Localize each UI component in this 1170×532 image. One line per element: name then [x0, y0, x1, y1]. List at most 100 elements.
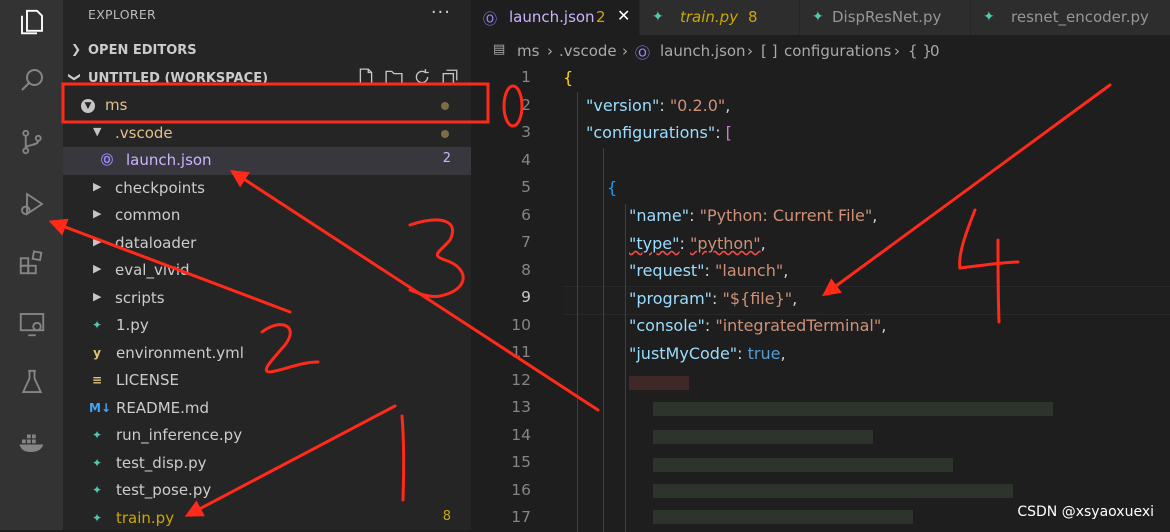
tree-item-scripts[interactable]: ▶scripts [63, 285, 471, 313]
tab-label: train.py [680, 8, 738, 26]
code-line-8: "request": "launch", [629, 261, 788, 289]
workspace-section[interactable]: ❯ UNTITLED (WORKSPACE) [63, 66, 471, 92]
python-file-icon: ✦ [89, 317, 105, 333]
tab-train-py[interactable]: ✦ train.py 8 [640, 0, 800, 35]
activity-bar [0, 0, 63, 530]
license-file-icon: ≡ [89, 372, 105, 388]
tree-item-dataloader[interactable]: ▶dataloader [63, 230, 471, 258]
workspace-label: UNTITLED (WORKSPACE) [88, 71, 268, 86]
extensions-icon[interactable] [12, 242, 52, 282]
redacted-block [653, 402, 1053, 416]
tree-item-label: ms [105, 96, 127, 114]
more-actions-icon[interactable]: ··· [431, 2, 451, 23]
code-line-11: "justMyCode": true, [629, 344, 786, 372]
breadcrumb-item[interactable]: configurations [784, 42, 891, 60]
docker-icon[interactable] [12, 422, 52, 462]
tree-item-test-disp-py[interactable]: ✦test_disp.py [63, 450, 471, 478]
tree-item-launch-json[interactable]: Ⓞlaunch.json 2 [63, 147, 471, 175]
chevron-right-icon: ▶ [93, 262, 101, 275]
tree-item-label: scripts [115, 289, 165, 307]
chevron-right-icon: ❯ [71, 42, 81, 56]
tree-item-run-inference-py[interactable]: ✦run_inference.py [63, 422, 471, 450]
line-number: 7 [491, 233, 531, 251]
line-number: 9 [491, 288, 531, 306]
new-folder-icon[interactable] [385, 68, 403, 86]
code-line-7: "type": "python", [629, 234, 766, 262]
problem-count-badge: 2 [443, 151, 451, 166]
code-line-9: "program": "${file}", [629, 289, 797, 317]
chevron-right-icon: › [894, 42, 900, 60]
tab-label: launch.json [509, 8, 595, 26]
run-debug-icon[interactable] [12, 184, 52, 224]
open-editors-label: OPEN EDITORS [88, 43, 197, 58]
line-number: 16 [491, 481, 531, 499]
array-icon: [ ] [761, 42, 777, 60]
collapse-all-icon[interactable] [441, 68, 459, 86]
tab-dispresnet-py[interactable]: ✦ DispResNet.py [800, 0, 971, 35]
json-file-icon: Ⓞ [99, 152, 115, 168]
breadcrumb-item[interactable]: launch.json [660, 42, 746, 60]
redacted-block [653, 484, 1013, 498]
tree-item--vscode[interactable]: ▼.vscode [63, 120, 471, 148]
tree-item-train-py[interactable]: ✦train.py8 [63, 505, 471, 532]
breadcrumb-item[interactable]: 0 [930, 42, 940, 60]
code-line-10: "console": "integratedTerminal", [629, 316, 886, 344]
indent-guide [603, 148, 604, 532]
remote-explorer-icon[interactable] [12, 304, 52, 344]
line-number: 12 [491, 371, 531, 389]
line-number: 11 [491, 343, 531, 361]
line-number: 15 [491, 453, 531, 471]
python-file-icon: ✦ [983, 9, 995, 25]
tree-item-environment-yml[interactable]: yenvironment.yml [63, 340, 471, 368]
breadcrumb-item[interactable]: ms [517, 42, 539, 60]
tree-item-label: common [115, 206, 180, 224]
tree-item-label: test_pose.py [116, 481, 211, 499]
folder-expanded-icon: ▼ [81, 99, 95, 113]
object-icon: { } [908, 42, 932, 60]
line-number: 8 [491, 261, 531, 279]
explorer-icon[interactable] [12, 2, 52, 42]
tab-resnet-encoder-py[interactable]: ✦ resnet_encoder.py [971, 0, 1170, 35]
chevron-right-icon: › [622, 42, 628, 60]
code-editor[interactable]: { "version": "0.2.0", "configurations": … [563, 64, 1170, 530]
tree-item-label: eval_vivid [115, 261, 190, 279]
new-file-icon[interactable] [357, 68, 375, 86]
breadcrumb-item[interactable]: .vscode [559, 42, 617, 60]
tree-item-checkpoints[interactable]: ▶checkpoints [63, 175, 471, 203]
line-number: 10 [491, 316, 531, 334]
open-editors-section[interactable]: ❯ OPEN EDITORS [63, 38, 471, 64]
tree-item-1-py[interactable]: ✦1.py [63, 312, 471, 340]
chevron-right-icon: › [747, 42, 753, 60]
tree-item-eval-vivid[interactable]: ▶ eval_vivid [63, 257, 471, 285]
tab-label: resnet_encoder.py [1011, 8, 1149, 26]
line-number: 2 [491, 96, 531, 114]
line-number: 4 [491, 151, 531, 169]
chevron-right-icon: ▶ [93, 235, 101, 248]
tree-item-label: README.md [116, 399, 209, 417]
code-line-1: { [563, 68, 573, 96]
line-number: 17 [491, 508, 531, 526]
editor-tabs: Ⓞ launch.json 2 ✕ ✦ train.py 8 ✦ DispRes… [471, 0, 1170, 35]
tree-item-readme-md[interactable]: M↓README.md [63, 395, 471, 423]
redacted-block [653, 510, 913, 524]
testing-icon[interactable] [12, 362, 52, 402]
line-number-gutter: 1234567891011121314151617 [471, 64, 563, 530]
tree-item-license[interactable]: ≡LICENSE [63, 367, 471, 395]
tab-label: DispResNet.py [832, 8, 941, 26]
line-number: 3 [491, 123, 531, 141]
tree-item-ms[interactable]: ▼ ms [63, 92, 471, 120]
refresh-icon[interactable] [413, 68, 431, 86]
close-icon[interactable]: ✕ [617, 6, 630, 25]
tree-item-common[interactable]: ▶common [63, 202, 471, 230]
source-control-icon[interactable] [12, 122, 52, 162]
code-line-3: "configurations": [ [586, 123, 732, 151]
tree-item-label: run_inference.py [116, 426, 242, 444]
tab-launch-json[interactable]: Ⓞ launch.json 2 ✕ [471, 0, 640, 35]
python-file-icon: ✦ [652, 9, 664, 25]
tree-item-label: launch.json [126, 151, 212, 169]
tree-item-test-pose-py[interactable]: ✦test_pose.py [63, 477, 471, 505]
tree-item-label: environment.yml [116, 344, 244, 362]
code-line-6: "name": "Python: Current File", [629, 206, 877, 234]
chevron-down-icon: ▼ [93, 125, 101, 138]
search-icon[interactable] [12, 60, 52, 100]
